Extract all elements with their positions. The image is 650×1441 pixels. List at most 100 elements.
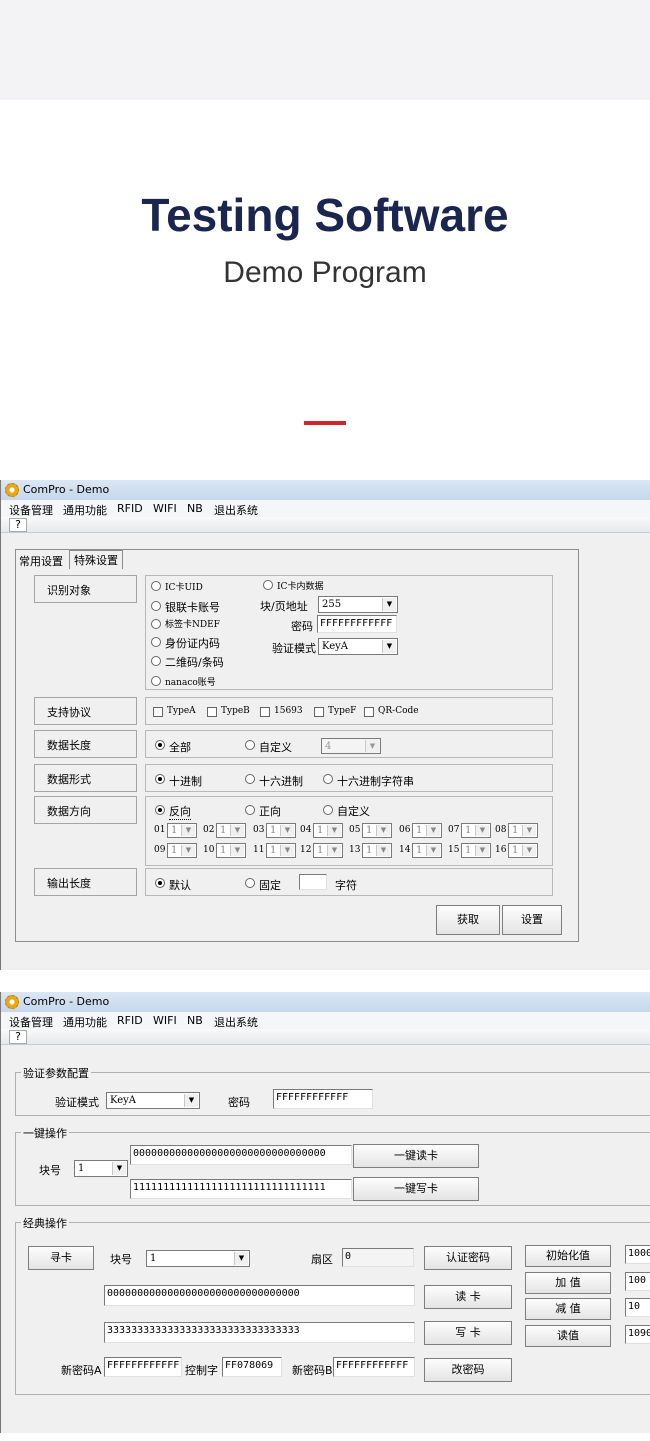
byte-select-09[interactable]: 1 ▼ [167, 843, 197, 858]
radio-ic-uid[interactable] [151, 581, 161, 591]
radio-direction-custom[interactable] [323, 805, 333, 815]
byte-select-16[interactable]: 1 ▼ [508, 843, 538, 858]
byte-select-11[interactable]: 1 ▼ [266, 843, 296, 858]
password-input[interactable]: FFFFFFFFFFFF [317, 615, 397, 633]
check-typea[interactable] [153, 707, 163, 717]
proto-4: QR-Code [378, 706, 419, 716]
onekey-write-data[interactable]: 11111111111111111111111111111111 [130, 1179, 352, 1199]
add-value-button[interactable]: 加 值 [525, 1272, 611, 1294]
classic-write-data[interactable]: 33333333333333333333333333333333 [104, 1322, 415, 1343]
radio-ndef[interactable] [151, 619, 161, 629]
radio-length-all[interactable] [155, 740, 165, 750]
chevron-down-icon: ▼ [234, 1252, 248, 1265]
check-typef[interactable] [314, 707, 324, 717]
auth-password-button[interactable]: 认证密码 [424, 1246, 512, 1270]
sub-value-input[interactable]: 10 [625, 1298, 650, 1317]
byte-select-08[interactable]: 1 ▼ [508, 823, 538, 838]
radio-id-card[interactable] [151, 637, 161, 647]
tab-special[interactable]: 特殊设置 [69, 550, 123, 569]
output-length-input[interactable] [299, 874, 327, 890]
classic-read-data[interactable]: 00000000000000000000000000000000 [104, 1285, 415, 1306]
hero-title: Testing Software [141, 189, 509, 241]
check-15693[interactable] [260, 707, 270, 717]
get-button[interactable]: 获取 [436, 905, 500, 935]
radio-forward[interactable] [245, 805, 255, 815]
byte-select-02[interactable]: 1 ▼ [216, 823, 246, 838]
tab-common[interactable]: 常用设置 [19, 553, 63, 569]
menu-device[interactable]: 设备管理 [9, 1014, 53, 1030]
menu-general[interactable]: 通用功能 [63, 1014, 107, 1030]
init-value-button[interactable]: 初始化值 [525, 1245, 611, 1267]
write-card-button[interactable]: 写 卡 [424, 1321, 512, 1345]
menu-nb[interactable]: NB [187, 502, 203, 515]
menu-rfid[interactable]: RFID [117, 502, 143, 515]
read-card-button[interactable]: 读 卡 [424, 1285, 512, 1309]
block-select[interactable]: 1 ▼ [74, 1160, 128, 1177]
new-key-b-input[interactable]: FFFFFFFFFFFF [333, 1357, 415, 1377]
byte-select-07[interactable]: 1 ▼ [461, 823, 491, 838]
check-typeb[interactable] [207, 707, 217, 717]
menu-general[interactable]: 通用功能 [63, 502, 107, 518]
byte-select-04[interactable]: 1 ▼ [313, 823, 343, 838]
password-label: 密码 [228, 1096, 250, 1109]
menu-wifi[interactable]: WIFI [153, 502, 177, 515]
radio-hex-string[interactable] [323, 774, 333, 784]
block-page-select[interactable]: 255 ▼ [318, 596, 398, 613]
byte-select-10[interactable]: 1 ▼ [216, 843, 246, 858]
control-input[interactable]: FF078069 [222, 1357, 282, 1377]
onekey-read-data[interactable]: 00000000000000000000000000000000 [130, 1145, 352, 1165]
chevron-down-icon: ▼ [230, 845, 244, 856]
password-input[interactable]: FFFFFFFFFFFF [273, 1089, 373, 1109]
auth-mode-select[interactable]: KeyA ▼ [106, 1092, 200, 1109]
byte-select-15[interactable]: 1 ▼ [461, 843, 491, 858]
radio-ic-data[interactable] [263, 580, 273, 590]
onekey-read-button[interactable]: 一键读卡 [353, 1144, 479, 1168]
byte-select-03[interactable]: 1 ▼ [266, 823, 296, 838]
menu-nb[interactable]: NB [187, 1014, 203, 1027]
auth-mode-select[interactable]: KeyA ▼ [318, 638, 398, 655]
help-key-icon[interactable]: ? [9, 1030, 27, 1044]
menu-wifi[interactable]: WIFI [153, 1014, 177, 1027]
byte-select-13[interactable]: 1 ▼ [362, 843, 392, 858]
radio-decimal[interactable] [155, 774, 165, 784]
length-select[interactable]: 4 ▼ [321, 738, 381, 754]
sector-input[interactable]: 0 [342, 1248, 414, 1267]
radio-length-custom[interactable] [245, 740, 255, 750]
add-value-input[interactable]: 100 [625, 1272, 650, 1291]
radio-output-fixed[interactable] [245, 878, 255, 888]
read-value-input[interactable]: 1090 [625, 1325, 650, 1344]
set-button[interactable]: 设置 [502, 905, 562, 935]
byte-select-01[interactable]: 1 ▼ [167, 823, 197, 838]
new-key-a-input[interactable]: FFFFFFFFFFFF [104, 1357, 182, 1377]
search-card-button[interactable]: 寻卡 [28, 1246, 94, 1270]
read-value-button[interactable]: 读值 [525, 1325, 611, 1347]
sub-value-button[interactable]: 减 值 [525, 1298, 611, 1320]
output-fixed-label: 固定 [259, 879, 281, 892]
radio-hex[interactable] [245, 774, 255, 784]
radio-reverse[interactable] [155, 805, 165, 815]
menu-exit[interactable]: 退出系统 [214, 502, 258, 518]
radio-output-default[interactable] [155, 878, 165, 888]
radio-nanaco[interactable] [151, 676, 161, 686]
byte-select-12[interactable]: 1 ▼ [313, 843, 343, 858]
byte-select-06[interactable]: 1 ▼ [412, 823, 442, 838]
radio-qrcode[interactable] [151, 656, 161, 666]
onekey-write-button[interactable]: 一键写卡 [353, 1177, 479, 1201]
ident-opt-3: 身份证内码 [165, 637, 220, 650]
auth-mode-value: KeyA [322, 641, 348, 652]
help-key-icon[interactable]: ? [9, 518, 27, 532]
toolbar: ? [1, 1029, 650, 1045]
chevron-down-icon: ▼ [184, 1094, 198, 1107]
menu-exit[interactable]: 退出系统 [214, 1014, 258, 1030]
init-value-input[interactable]: 1000 [625, 1245, 650, 1264]
byte-select-05[interactable]: 1 ▼ [362, 823, 392, 838]
check-qrcode[interactable] [364, 707, 374, 717]
ident-opt-5: nanaco账号 [165, 678, 216, 688]
menu-device[interactable]: 设备管理 [9, 502, 53, 518]
change-password-button[interactable]: 改密码 [424, 1358, 512, 1382]
byte-select-14[interactable]: 1 ▼ [412, 843, 442, 858]
menu-rfid[interactable]: RFID [117, 1014, 143, 1027]
classic-block-select[interactable]: 1 ▼ [146, 1250, 250, 1267]
byte-select-value: 1 [366, 825, 373, 836]
radio-bank-card[interactable] [151, 601, 161, 611]
